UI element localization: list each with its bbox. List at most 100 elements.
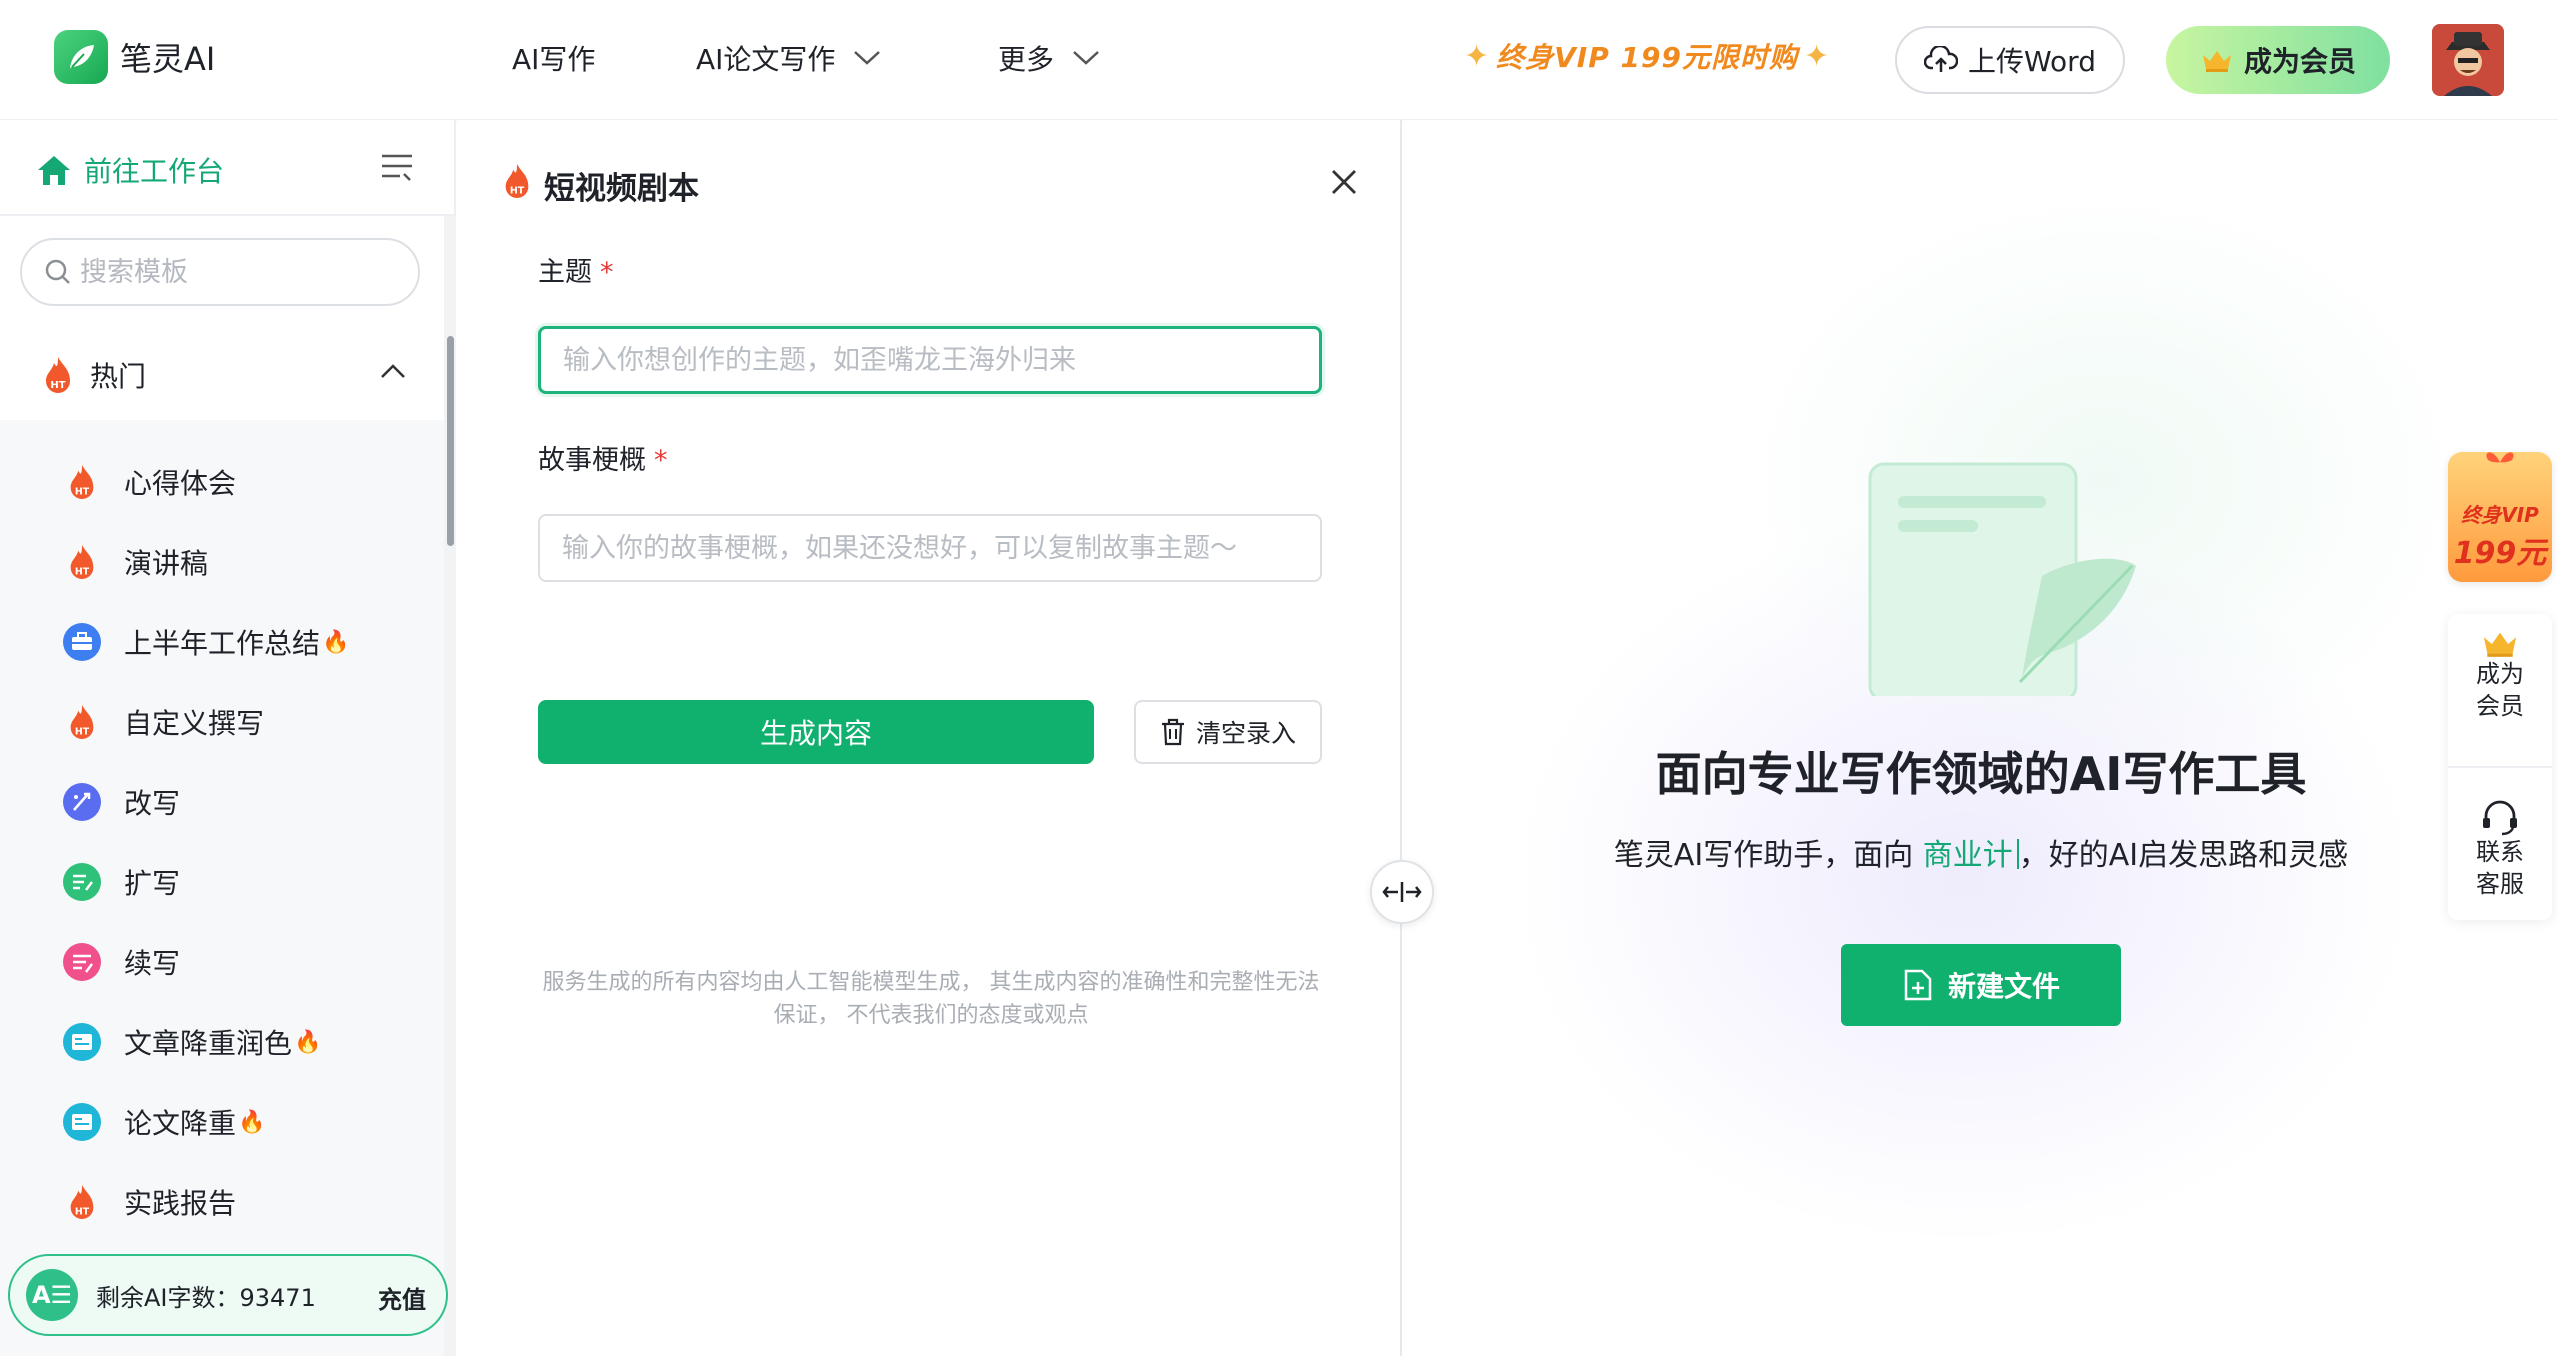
disclaimer-line: 服务生成的所有内容均由人工智能模型生成， 其生成内容的准确性和完整性无法 — [542, 970, 1320, 995]
side-member-line1: 成为 — [2476, 660, 2524, 688]
sidebar-item-half-year-summary[interactable]: 上半年工作总结 🔥 — [62, 612, 349, 672]
ai-disclaimer: 服务生成的所有内容均由人工智能模型生成， 其生成内容的准确性和完整性无法 保证，… — [498, 966, 1364, 1032]
generate-content-button[interactable]: 生成内容 — [538, 700, 1094, 764]
side-become-member[interactable]: 成为 会员 — [2448, 628, 2552, 722]
new-file-button[interactable]: 新建文件 — [1841, 944, 2121, 1026]
user-avatar[interactable] — [2432, 24, 2504, 96]
scrollbar-thumb[interactable] — [447, 336, 454, 546]
sidebar-item-article-polish[interactable]: 文章降重润色 🔥 — [62, 1012, 321, 1072]
goto-workspace-link[interactable]: 前往工作台 — [36, 150, 224, 190]
side-contact-support[interactable]: 联系 客服 — [2448, 798, 2552, 900]
side-contact-line1: 联系 — [2476, 838, 2524, 866]
cloud-upload-icon — [1924, 46, 1958, 72]
crown-icon — [2483, 632, 2517, 657]
disclaimer-line: 保证， 不代表我们的态度或观点 — [773, 1003, 1089, 1028]
nav-label: 更多 — [998, 43, 1055, 76]
nav-more[interactable]: 更多 — [998, 38, 1100, 78]
fire-icon: HT — [62, 462, 102, 502]
sidebar-item-label: 实践报告 — [124, 1187, 237, 1220]
required-mark: * — [654, 445, 668, 476]
svg-text:HT: HT — [50, 380, 65, 391]
briefcase-icon — [62, 622, 102, 662]
template-search-input[interactable] — [80, 256, 400, 288]
chevron-down-icon — [854, 51, 881, 65]
fire-icon: HT — [46, 357, 70, 393]
nav-ai-paper[interactable]: AI论文写作 — [696, 38, 881, 78]
welcome-panel: 面向专业写作领域的AI写作工具 笔灵AI写作助手，面向 商业计 ，好的AI启发思路… — [1404, 120, 2558, 1356]
sidebar-item-label: 续写 — [124, 947, 181, 980]
sidebar-item-label: 自定义撰写 — [124, 707, 265, 740]
vip-promo-banner[interactable]: ✦ 终身VIP 199元限时购 ✦ — [1458, 36, 1836, 76]
sparkle-icon: ✦ — [1464, 38, 1491, 74]
vip-gift-float[interactable]: 终身VIP 199元 — [2448, 452, 2552, 582]
synopsis-label-text: 故事梗概 — [538, 445, 646, 476]
chevron-down-icon — [1073, 51, 1099, 65]
svg-text:HT: HT — [510, 185, 525, 196]
sparkle-icon: ✦ — [1803, 38, 1831, 74]
sidebar-item-continue[interactable]: 续写 — [62, 932, 180, 992]
svg-text:HT: HT — [75, 566, 90, 577]
crown-icon — [2202, 51, 2231, 72]
menu-collapse-icon[interactable] — [380, 152, 414, 184]
svg-text:HT: HT — [75, 486, 90, 497]
vip-float-line2: 199元 — [2453, 536, 2547, 571]
sidebar-item-rewrite[interactable]: 改写 — [62, 772, 180, 832]
hot-flame-icon: 🔥 — [238, 1109, 266, 1135]
generate-label: 生成内容 — [759, 717, 872, 750]
sidebar-item-speech[interactable]: HT 演讲稿 — [62, 532, 208, 592]
synopsis-input[interactable] — [538, 514, 1322, 582]
sidebar-item-expand[interactable]: 扩写 — [62, 852, 180, 912]
svg-text:HT: HT — [75, 1206, 90, 1217]
sidebar-item-label: 上半年工作总结 — [124, 627, 321, 660]
trash-icon — [1161, 718, 1184, 746]
nav-ai-writing[interactable]: AI写作 — [512, 38, 595, 78]
member-label: 成为会员 — [2243, 45, 2356, 78]
sidebar-scrollbar[interactable] — [444, 216, 456, 1356]
hero-subtitle: 笔灵AI写作助手，面向 商业计 ，好的AI启发思路和灵感 — [1404, 830, 2558, 874]
promo-text: 终身VIP 199元限时购 — [1496, 41, 1798, 74]
sidebar-item-label: 改写 — [124, 787, 181, 820]
sidebar-item-practice-report[interactable]: HT 实践报告 — [62, 1172, 236, 1232]
sidebar-item-paper-dedup[interactable]: 论文降重 🔥 — [62, 1092, 265, 1152]
sidebar-item-label: 心得体会 — [124, 467, 237, 500]
goto-workspace-label: 前往工作台 — [84, 155, 225, 188]
expand-icon — [62, 862, 102, 902]
hot-flame-icon: 🔥 — [294, 1029, 322, 1055]
fire-icon: HT — [62, 1182, 102, 1222]
topic-input[interactable] — [538, 326, 1322, 394]
sidebar-item-insights[interactable]: HT 心得体会 — [62, 452, 236, 512]
form-title: HT 短视频剧本 — [500, 162, 699, 208]
logo-text: 笔灵AI — [120, 40, 216, 78]
nav-label: AI论文写作 — [696, 43, 836, 76]
clear-input-button[interactable]: 清空录入 — [1134, 700, 1322, 764]
form-title-text: 短视频剧本 — [544, 170, 699, 207]
template-form-panel: HT 短视频剧本 主题 * 故事梗概 * 生成内容 清空录入 服务生成的所有内容均由… — [458, 120, 1402, 1356]
new-file-icon — [1904, 969, 1932, 1001]
recharge-button[interactable]: 充值 — [378, 1280, 426, 1315]
topic-label-text: 主题 — [538, 257, 592, 288]
group-hot-header[interactable]: HT 热门 — [0, 330, 444, 420]
close-form-button[interactable] — [1326, 164, 1362, 200]
sidebar-top-row: 前往工作台 — [0, 120, 456, 216]
upload-word-button[interactable]: 上传Word — [1895, 26, 2125, 94]
subtitle-prefix: 笔灵AI写作助手，面向 — [1613, 838, 1923, 873]
continue-icon — [62, 942, 102, 982]
logo[interactable]: 笔灵AI — [54, 30, 215, 84]
side-member-line2: 会员 — [2476, 692, 2524, 720]
sidebar-item-custom-writing[interactable]: HT 自定义撰写 — [62, 692, 264, 752]
paper-icon — [62, 1102, 102, 1142]
panel-resize-handle[interactable] — [1370, 860, 1434, 924]
upload-label: 上传Word — [1968, 45, 2096, 78]
subtitle-suffix: ，好的AI启发思路和灵感 — [2018, 838, 2349, 873]
hot-flame-icon: 🔥 — [322, 629, 350, 655]
nav-label: AI写作 — [512, 43, 596, 76]
sidebar-item-label: 扩写 — [124, 867, 181, 900]
clear-label: 清空录入 — [1195, 719, 1296, 748]
become-member-button[interactable]: 成为会员 — [2166, 26, 2390, 94]
vip-float-line1: 终身VIP — [2461, 503, 2539, 527]
template-search-box[interactable] — [20, 238, 420, 306]
required-mark: * — [600, 257, 614, 288]
rewrite-icon — [62, 782, 102, 822]
svg-text:HT: HT — [75, 726, 90, 737]
sidebar-item-label: 文章降重润色 — [124, 1027, 293, 1060]
